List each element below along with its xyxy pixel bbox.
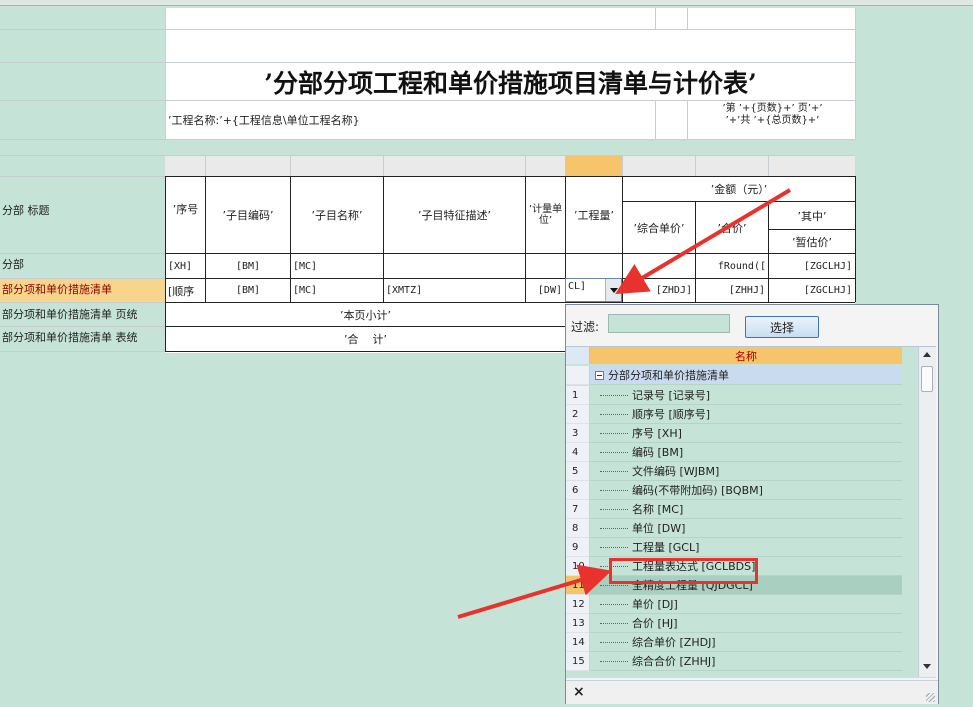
arrow-to-dropdown xyxy=(615,188,792,295)
arrow-to-item-10 xyxy=(457,564,612,619)
annotation-arrows xyxy=(457,188,792,619)
